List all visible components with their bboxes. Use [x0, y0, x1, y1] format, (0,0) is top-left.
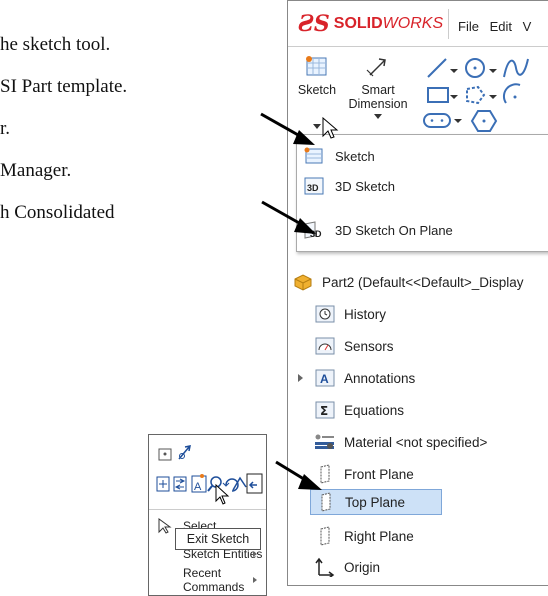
exit-sketch-icon[interactable] [246, 473, 263, 494]
context-menu: A Select Sketch Entities Recent Commands [148, 434, 267, 596]
sketch-icon [306, 56, 327, 76]
hexagon-tool-icon[interactable] [470, 110, 498, 132]
history-icon [314, 304, 336, 324]
tree-item-part[interactable]: Part2 (Default<<Default>_Display [292, 269, 548, 295]
doc-line-5: h Consolidated [0, 202, 115, 223]
smart-dimension-icon[interactable] [178, 445, 191, 460]
arc-tool-icon[interactable] [503, 83, 521, 104]
normal-to-icon[interactable] [156, 476, 170, 492]
doc-line-1: he sketch tool. [0, 34, 111, 55]
doc-line-2: SI Part template. [0, 76, 128, 97]
rectangle-tool-icon[interactable] [427, 87, 458, 103]
smart-dimension-icon [366, 58, 386, 77]
mouse-cursor-icon [215, 484, 230, 505]
dropdown-item-3d-sketch[interactable]: 3D 3D Sketch [297, 173, 548, 199]
exit-sketch-tooltip: Exit Sketch [175, 528, 261, 550]
tree-item-front-plane[interactable]: Front Plane [314, 461, 548, 487]
tree-item-sensors[interactable]: Sensors [314, 333, 548, 359]
tree-item-equations[interactable]: Σ Equations [314, 397, 548, 423]
menu-edit[interactable]: Edit [490, 19, 512, 34]
tree-item-history[interactable]: History [314, 301, 548, 327]
polygon-tool-icon[interactable] [466, 85, 497, 105]
material-icon [314, 432, 336, 452]
origin-icon [314, 557, 336, 577]
doc-line-3: r. [0, 118, 11, 139]
sketch-dropdown-menu: Sketch 3D 3D Sketch 3D 3D Sketch On Plan… [296, 134, 548, 252]
relations-icon[interactable] [173, 476, 187, 492]
context-toolbar: A [149, 435, 266, 510]
tree-item-right-plane[interactable]: Right Plane [314, 523, 548, 549]
tree-item-annotations[interactable]: A Annotations [296, 365, 548, 391]
3d-sketch-icon: 3D [304, 177, 324, 195]
slot-tool-icon[interactable] [423, 113, 462, 128]
sensors-icon [314, 336, 336, 356]
solidworks-logo: ƧS SOLID WORKS [298, 9, 449, 39]
display-text-icon[interactable]: A [191, 474, 207, 493]
circle-tool-icon[interactable] [465, 58, 497, 78]
sketch-plane-icon[interactable] [158, 448, 172, 461]
tree-item-origin[interactable]: Origin [314, 554, 548, 580]
menu-file[interactable]: File [458, 19, 479, 34]
smart-dimension-button[interactable]: Smart Dimension [344, 53, 412, 131]
tree-item-material[interactable]: Material <not specified> [314, 429, 548, 455]
context-toolbar-icons: A [156, 445, 263, 494]
submenu-arrow-icon [253, 551, 257, 557]
spline-tool-icon[interactable] [503, 58, 529, 78]
menu-bar: File Edit V [458, 19, 538, 34]
svg-text:Σ: Σ [320, 404, 328, 418]
svg-text:A: A [194, 481, 202, 493]
submenu-arrow-icon [253, 577, 257, 583]
svg-text:3D: 3D [307, 183, 319, 193]
annotations-icon: A [314, 368, 336, 388]
svg-text:A: A [320, 372, 329, 386]
annotation-arrow-top-plane [275, 460, 322, 490]
select-cursor-icon [158, 518, 172, 534]
annotation-arrow-3d-sketch-on-plane [261, 200, 316, 234]
plane-icon [314, 526, 336, 546]
dropdown-item-sketch[interactable]: Sketch [297, 143, 548, 169]
context-item-recent-commands[interactable]: Recent Commands [149, 566, 266, 594]
part-icon [292, 272, 314, 292]
dropdown-item-3d-sketch-on-plane[interactable]: 3D 3D Sketch On Plane [297, 217, 548, 243]
ds-logo-icon: ƧS [298, 11, 330, 37]
line-tool-icon[interactable] [427, 58, 458, 78]
menu-view[interactable]: V [523, 19, 532, 34]
equations-icon: Σ [314, 400, 336, 420]
expand-arrow-icon[interactable] [296, 373, 306, 383]
chevron-down-icon[interactable] [373, 113, 383, 121]
annotation-arrow-sketch [260, 112, 315, 145]
title-bar: ƧS SOLID WORKS File Edit V [288, 1, 548, 47]
doc-line-4: Manager. [0, 160, 72, 181]
sketch-tools-grid [423, 58, 529, 132]
